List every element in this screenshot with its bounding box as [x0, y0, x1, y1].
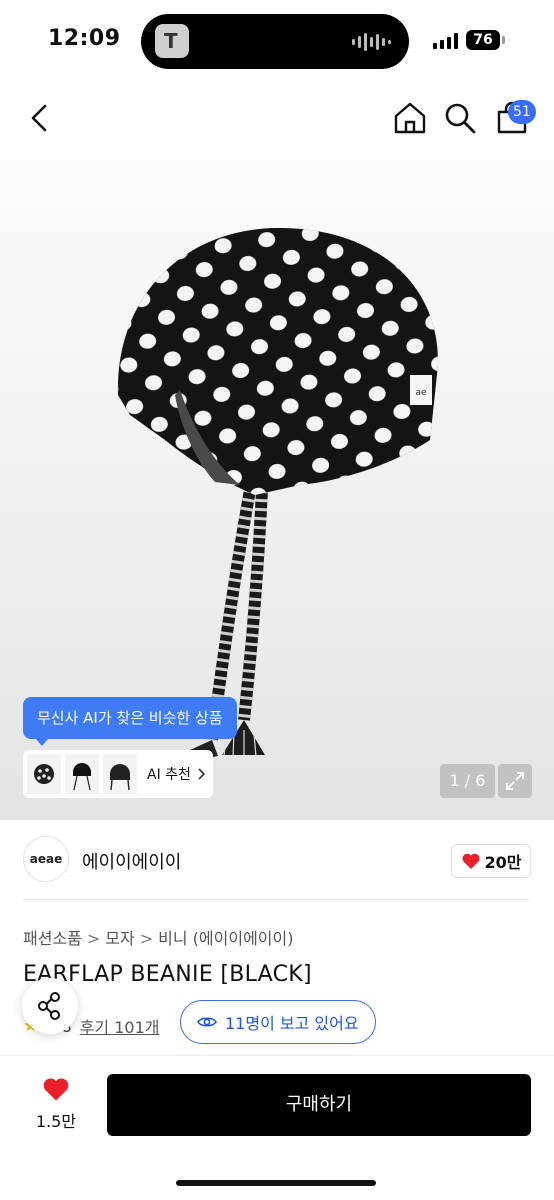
ai-similar-tooltip[interactable]: 무신사 AI가 찾은 비슷한 상품: [23, 697, 237, 746]
now-playing-thumbnail: [155, 24, 189, 58]
ai-thumb-3[interactable]: [103, 754, 137, 794]
back-chevron-icon[interactable]: [20, 98, 60, 138]
live-viewers-text: 11명이 보고 있어요: [225, 1014, 359, 1033]
share-button[interactable]: [22, 978, 78, 1034]
dynamic-island: [141, 14, 409, 69]
buy-button[interactable]: 구매하기: [107, 1074, 531, 1136]
breadcrumb-separator-icon: >: [86, 929, 101, 948]
battery-icon: 76: [466, 30, 505, 50]
breadcrumb-item[interactable]: 패션소품: [23, 929, 82, 948]
wish-button[interactable]: 1.5만: [26, 1076, 86, 1132]
divider: [23, 899, 531, 900]
review-link[interactable]: 후기 101개: [80, 1014, 160, 1038]
search-icon[interactable]: [440, 98, 480, 138]
image-page-indicator: 1 / 6: [440, 764, 495, 798]
eye-icon: [197, 1017, 217, 1027]
chevron-right-icon: [198, 768, 206, 780]
status-bar: 12:09 76: [0, 0, 554, 80]
breadcrumb-separator-icon: >: [139, 929, 154, 948]
ai-recommend-card[interactable]: AI 추천: [23, 750, 213, 798]
top-nav: [0, 80, 554, 160]
brand-logo[interactable]: aeae: [23, 836, 69, 882]
ai-thumb-1[interactable]: [27, 754, 61, 794]
bottom-action-bar: 1.5만 구매하기: [0, 1055, 554, 1200]
heart-icon: [461, 853, 480, 869]
heart-icon: [43, 1078, 69, 1101]
breadcrumb: 패션소품 > 모자 > 비니 (에이이에이이): [23, 925, 294, 949]
breadcrumb-item[interactable]: 모자: [105, 929, 134, 948]
status-time: 12:09: [48, 26, 121, 51]
brand-name[interactable]: 에이이에이이: [82, 848, 181, 874]
share-icon: [38, 992, 60, 1020]
brand-row: aeae 에이이에이이 20만: [0, 820, 554, 900]
ai-thumb-2[interactable]: [65, 754, 99, 794]
svg-text:ae: ae: [415, 388, 427, 398]
home-indicator: [176, 1180, 376, 1186]
live-viewers-badge[interactable]: 11명이 보고 있어요: [180, 1000, 376, 1044]
ai-recommend-label[interactable]: AI 추천: [147, 764, 191, 784]
home-icon[interactable]: [390, 98, 430, 138]
expand-icon[interactable]: [498, 764, 532, 798]
wish-count: 1.5만: [35, 1112, 77, 1131]
brand-like-count: 20만: [484, 853, 522, 872]
audio-waveform-icon: [352, 32, 391, 52]
breadcrumb-item[interactable]: 비니 (에이이에이이): [158, 929, 293, 948]
brand-like-button[interactable]: 20만: [451, 844, 531, 878]
cart-count-badge: 51: [508, 100, 536, 124]
cellular-signal-icon: [433, 33, 458, 49]
